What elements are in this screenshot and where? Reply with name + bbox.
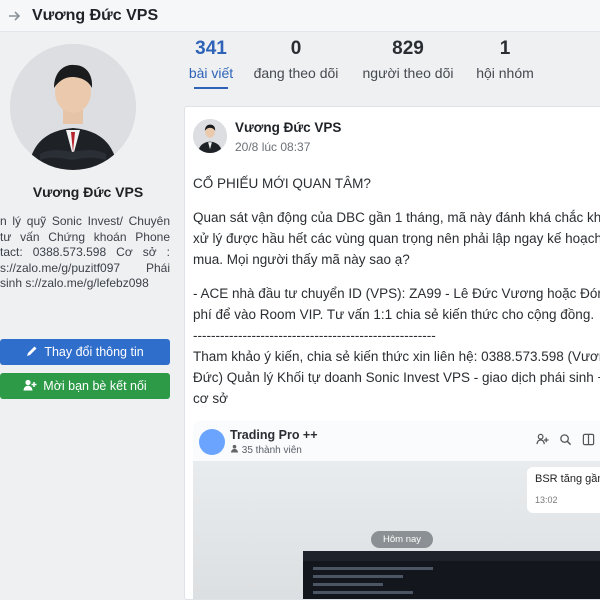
post-line: mua. Mọi người thấy mã này sao ạ? (193, 252, 410, 267)
post-line: CỔ PHIẾU MỚI QUAN TÂM? (193, 176, 371, 191)
trading-screenshot-row (313, 591, 413, 594)
stat-groups-label: hội nhóm (476, 65, 534, 81)
back-arrow-icon[interactable] (4, 6, 24, 26)
post-line: ----------------------------------------… (193, 328, 436, 343)
trading-screenshot-row (313, 575, 403, 578)
post-line: - ACE nhà đầu tư chuyển ID (VPS): ZA99 -… (193, 286, 600, 301)
stat-following[interactable]: 0 đang theo dõi (248, 36, 344, 81)
search-icon (559, 433, 572, 449)
edit-profile-label: Thay đổi thông tin (44, 345, 144, 359)
add-user-icon (23, 379, 37, 394)
group-members: 35 thành viên (230, 444, 302, 456)
post-line: xử lý được hầu hết các vùng quan trọng n… (193, 231, 600, 246)
members-icon (230, 444, 242, 456)
stat-posts-value: 341 (195, 38, 227, 59)
post-time[interactable]: 20/8 lúc 08:37 (235, 140, 310, 154)
post-body: CỔ PHIẾU MỚI QUAN TÂM? Quan sát vận động… (193, 173, 600, 409)
chat-message-time: 13:02 (535, 495, 558, 505)
group-name: Trading Pro ++ (230, 428, 318, 442)
add-member-icon (536, 433, 549, 449)
post-author[interactable]: Vương Đức VPS (235, 120, 341, 135)
pencil-icon (26, 345, 38, 360)
top-bar: Vương Đức VPS (0, 0, 600, 32)
chat-message-text: BSR tăng gần (535, 473, 600, 485)
embedded-chat-header: Trading Pro ++ 35 thành viên (193, 421, 600, 461)
trading-screenshot-toolbar (303, 551, 600, 561)
layout-icon (582, 433, 595, 449)
trading-screenshot-row (313, 583, 383, 586)
active-tab-underline (194, 87, 228, 89)
profile-sidebar: Vương Đức VPS n lý quỹ Sonic Invest/ Chu… (0, 32, 178, 600)
stat-groups[interactable]: 1 hội nhóm (470, 36, 540, 81)
stat-following-label: đang theo dõi (253, 65, 339, 81)
profile-avatar[interactable] (10, 44, 136, 170)
post-line: Đức) Quản lý Khối tự doanh Sonic Invest … (193, 370, 600, 385)
chat-message: BSR tăng gần 13:02 (527, 467, 600, 513)
embedded-chat-area: BSR tăng gần 13:02 Hôm nay (193, 461, 600, 599)
stat-posts[interactable]: 341 bài viết (186, 36, 236, 89)
stat-followers-label: người theo dõi (362, 65, 454, 81)
group-avatar (199, 429, 225, 455)
post-line: phí để vào Room VIP. Tư vấn 1:1 chia sẻ … (193, 307, 595, 322)
stat-following-value: 0 (290, 38, 302, 59)
invite-friends-label: Mời bạn bè kết nối (43, 379, 147, 393)
profile-stats: 341 bài viết 0 đang theo dõi 829 người t… (178, 36, 600, 98)
stat-posts-label: bài viết (188, 65, 234, 81)
profile-name: Vương Đức VPS (32, 184, 144, 200)
post-line: Tham khảo ý kiến, chia sẻ kiến thức xin … (193, 349, 600, 364)
trading-screenshot-row (313, 567, 433, 570)
post-image[interactable]: Trading Pro ++ 35 thành viên BSR tăng gầ… (193, 421, 600, 599)
edit-profile-button[interactable]: Thay đổi thông tin (0, 339, 170, 365)
trading-screenshot (303, 551, 600, 599)
page-title: Vương Đức VPS (32, 6, 159, 24)
chat-header-icons (536, 433, 595, 449)
post-line: cơ sở (193, 391, 228, 406)
post-header: Vương Đức VPS 20/8 lúc 08:37 (193, 117, 593, 157)
post-line: Quan sát vận động của DBC gần 1 tháng, m… (193, 210, 600, 225)
stat-followers[interactable]: 829 người theo dõi (356, 36, 460, 81)
post-author-avatar[interactable] (193, 119, 227, 153)
members-count: 35 thành viên (241, 445, 302, 456)
stat-groups-value: 1 (499, 38, 511, 59)
profile-bio: n lý quỹ Sonic Invest/ Chuyên tư vấn Chứ… (0, 214, 170, 290)
post-card: Vương Đức VPS 20/8 lúc 08:37 CỔ PHIẾU MỚ… (184, 106, 600, 600)
stat-followers-value: 829 (392, 38, 424, 59)
invite-friends-button[interactable]: Mời bạn bè kết nối (0, 373, 170, 399)
day-separator: Hôm nay (371, 531, 434, 548)
